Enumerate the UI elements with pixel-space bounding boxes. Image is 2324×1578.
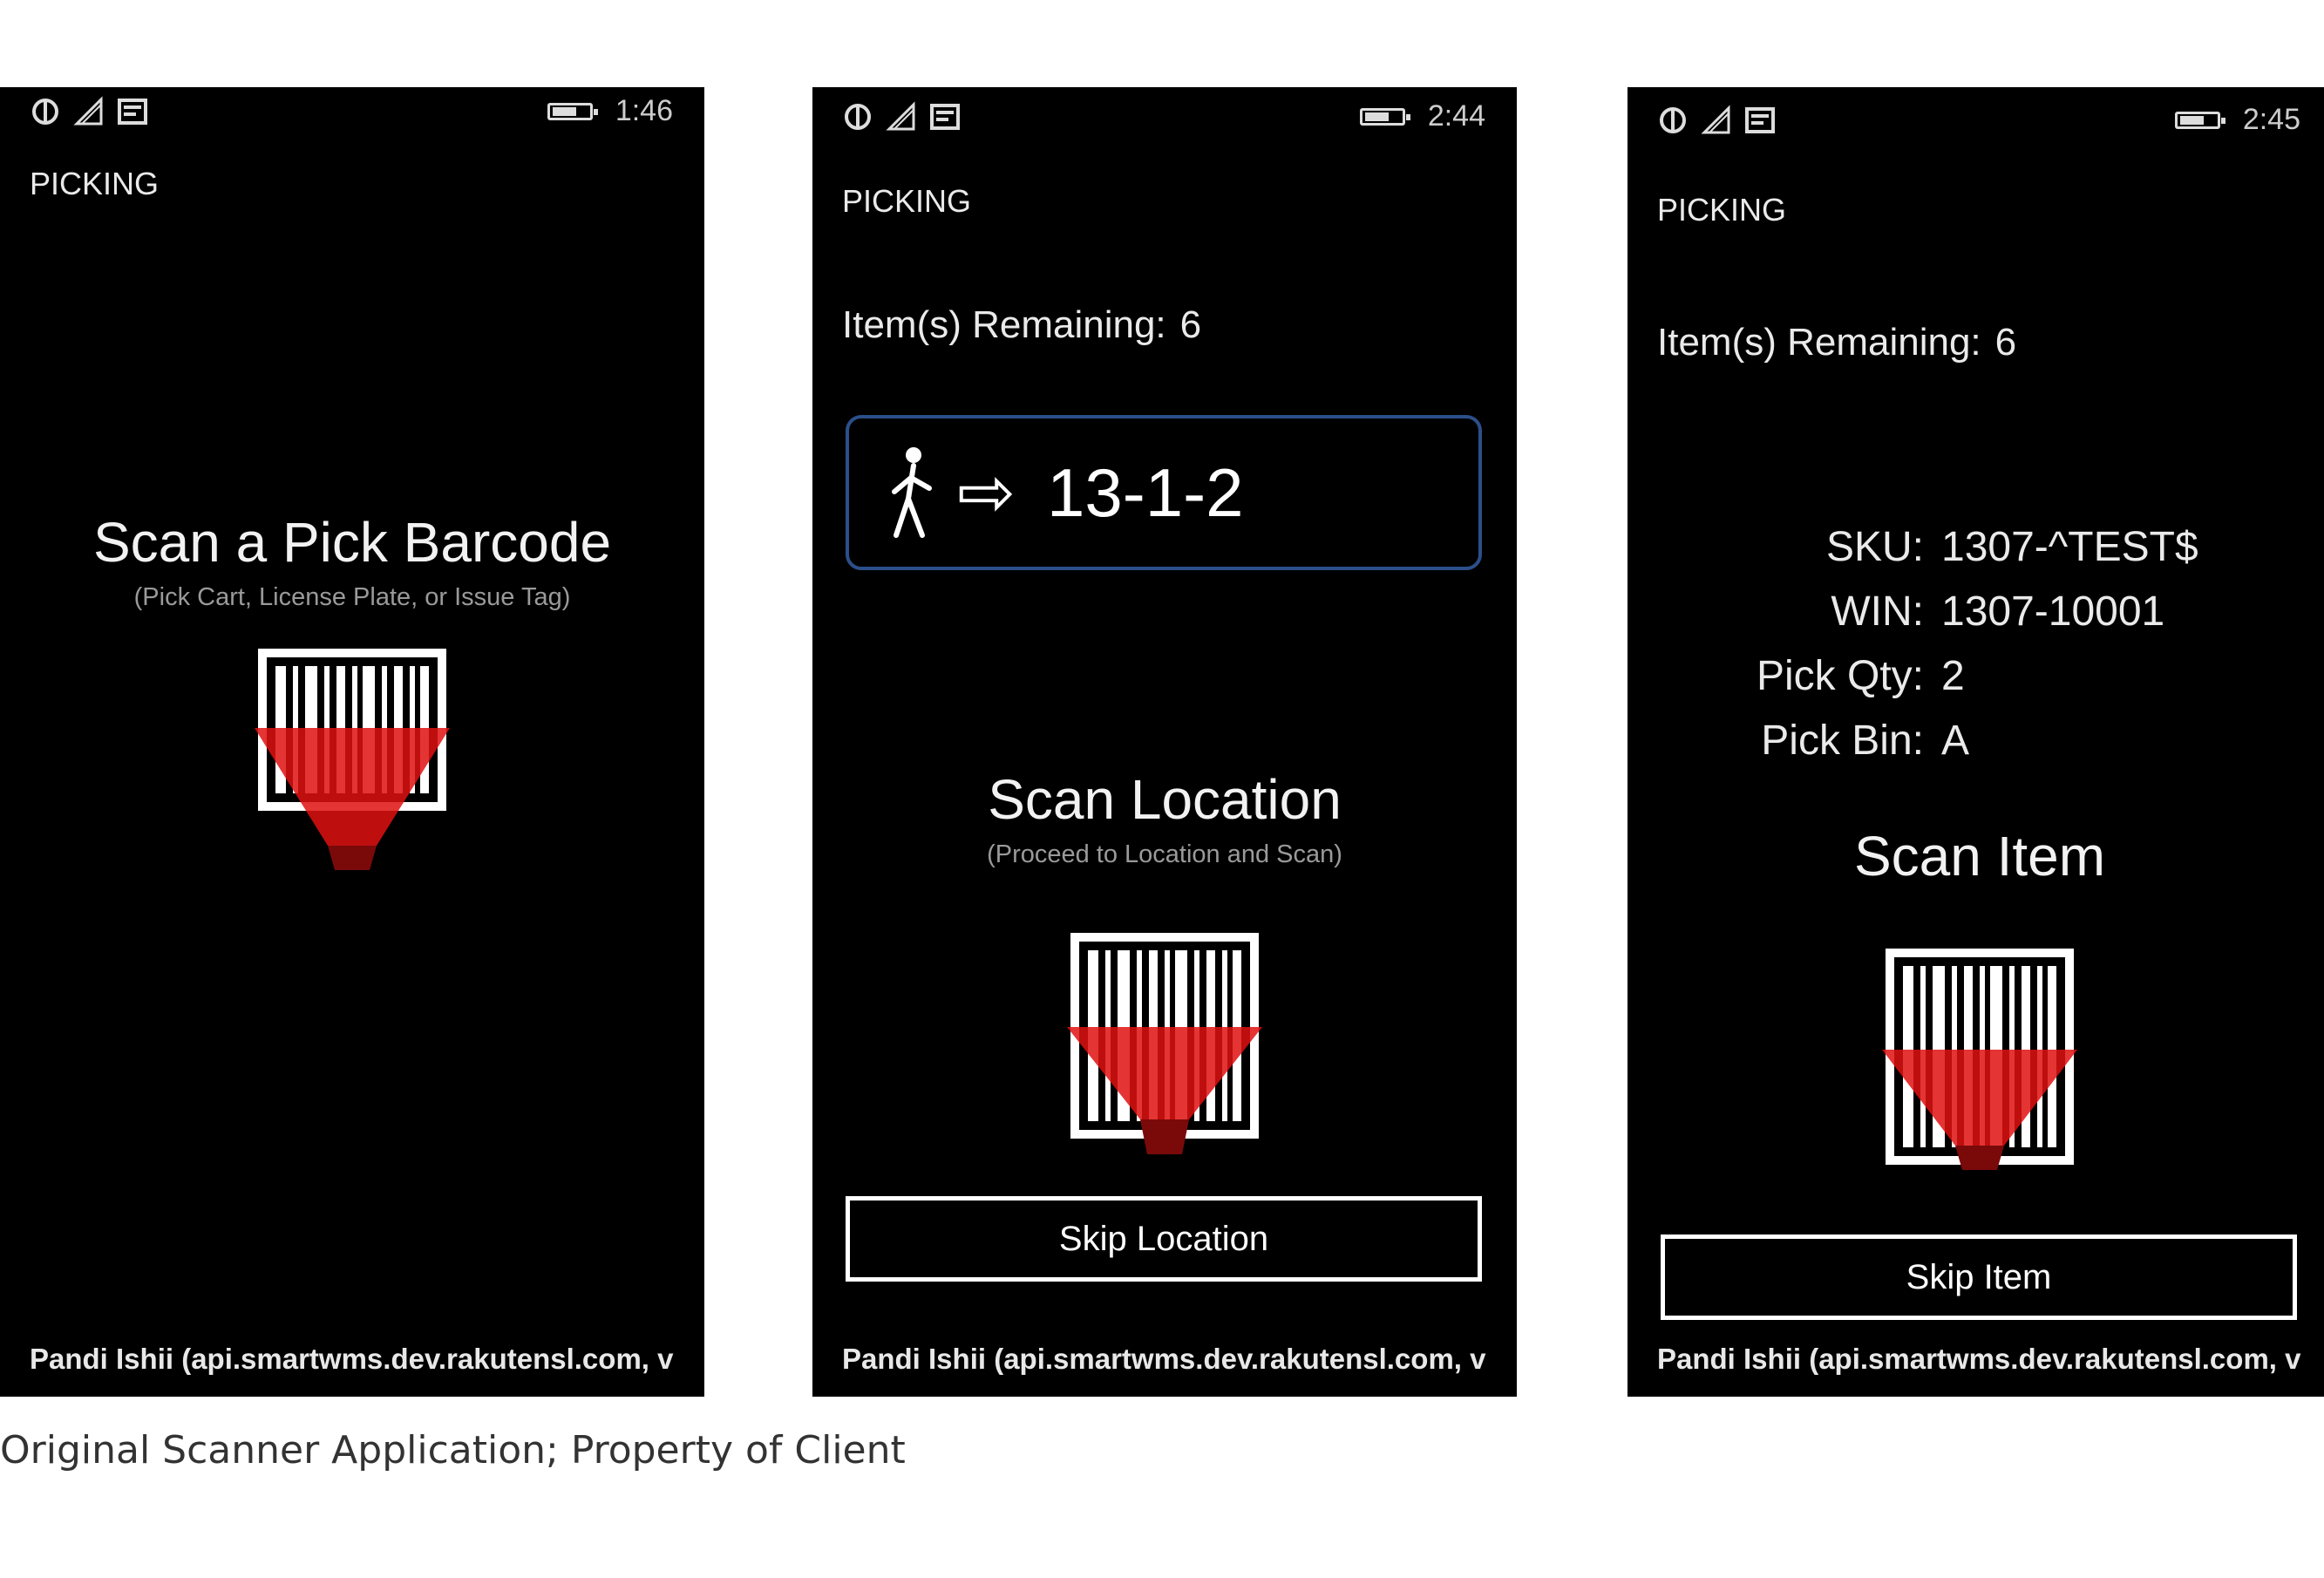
clock: 1:46: [615, 94, 673, 127]
signal-icon: [1701, 105, 1732, 136]
battery-icon: [1359, 107, 1410, 126]
detail-sku: SKU: 1307-^TEST$: [1662, 523, 2198, 571]
status-bar: 1:46: [0, 87, 704, 139]
barcode-scan-icon[interactable]: [1067, 929, 1262, 1156]
detail-pick-bin-value: A: [1941, 718, 1970, 764]
data-sync-icon: [1657, 105, 1689, 136]
arrow-right-icon: ⇨: [957, 453, 1016, 531]
footer-user-info: Pandi Ishii (api.smartwms.dev.rakutensl.…: [30, 1343, 674, 1375]
app-title: PICKING: [30, 166, 160, 201]
scan-prompt: Scan Item: [1627, 824, 2324, 888]
scan-subtitle: (Pick Cart, License Plate, or Issue Tag): [133, 583, 571, 611]
location-panel: ⇨ 13-1-2: [846, 415, 1482, 570]
clock: 2:44: [1427, 99, 1485, 133]
detail-pick-qty: Pick Qty: 2: [1662, 652, 1965, 700]
detail-sku-value: 1307-^TEST$: [1941, 524, 2198, 570]
detail-win: WIN: 1307-10001: [1662, 588, 2164, 636]
data-sync-icon: [30, 96, 61, 127]
message-icon: [929, 101, 961, 133]
detail-sku-label: SKU:: [1825, 524, 1924, 570]
image-caption: Original Scanner Application; Property o…: [0, 1428, 906, 1473]
app-title: PICKING: [1657, 192, 1787, 228]
detail-pick-qty-value: 2: [1941, 653, 1965, 699]
message-icon: [117, 96, 148, 127]
scan-title: Scan Item: [1853, 825, 2106, 888]
scan-prompt: Scan a Pick Barcode (Pick Cart, License …: [0, 510, 704, 612]
items-remaining-label: Item(s) Remaining:: [1657, 321, 1981, 364]
status-bar: 2:44: [812, 87, 1517, 139]
scan-title: Scan a Pick Barcode: [92, 511, 612, 574]
clock: 2:45: [2242, 103, 2300, 136]
detail-win-label: WIN:: [1831, 588, 1924, 635]
barcode-scan-icon[interactable]: [1882, 945, 2077, 1172]
battery-icon: [547, 102, 598, 120]
phone-screen-scan-item: 2:45 PICKING Item(s) Remaining: 6 SKU: 13…: [1627, 87, 2324, 1397]
detail-pick-bin: Pick Bin: A: [1662, 717, 1969, 765]
footer-user-info: Pandi Ishii (api.smartwms.dev.rakutensl.…: [842, 1343, 1486, 1375]
detail-pick-bin-label: Pick Bin:: [1761, 718, 1924, 764]
walking-person-icon: [884, 445, 940, 541]
signal-icon: [73, 96, 105, 127]
footer-user-info: Pandi Ishii (api.smartwms.dev.rakutensl.…: [1657, 1343, 2301, 1375]
data-sync-icon: [842, 101, 873, 133]
skip-item-button[interactable]: Skip Item: [1661, 1235, 2297, 1320]
scan-subtitle: (Proceed to Location and Scan): [987, 840, 1342, 868]
phone-screen-scan-location: 2:44 PICKING Item(s) Remaining: 6 ⇨ 13-1…: [812, 87, 1517, 1397]
signal-icon: [886, 101, 917, 133]
location-code: 13-1-2: [1047, 453, 1244, 531]
items-remaining-value: 6: [1994, 321, 2017, 364]
barcode-scan-icon[interactable]: [255, 645, 450, 872]
battery-icon: [2174, 111, 2225, 129]
scan-prompt: Scan Location (Proceed to Location and S…: [812, 767, 1517, 869]
items-remaining: Item(s) Remaining: 6: [1657, 321, 2016, 364]
items-remaining-value: 6: [1179, 303, 1202, 346]
scan-title: Scan Location: [988, 768, 1342, 831]
status-bar: 2:45: [1627, 87, 2324, 139]
phone-screen-scan-pick-barcode: 1:46 PICKING Scan a Pick Barcode (Pick C…: [0, 87, 704, 1397]
skip-location-button[interactable]: Skip Location: [846, 1196, 1482, 1282]
detail-pick-qty-label: Pick Qty:: [1756, 653, 1924, 699]
message-icon: [1744, 105, 1776, 136]
app-title: PICKING: [842, 183, 972, 219]
items-remaining: Item(s) Remaining: 6: [842, 303, 1201, 347]
detail-win-value: 1307-10001: [1941, 588, 2165, 635]
items-remaining-label: Item(s) Remaining:: [842, 303, 1166, 346]
